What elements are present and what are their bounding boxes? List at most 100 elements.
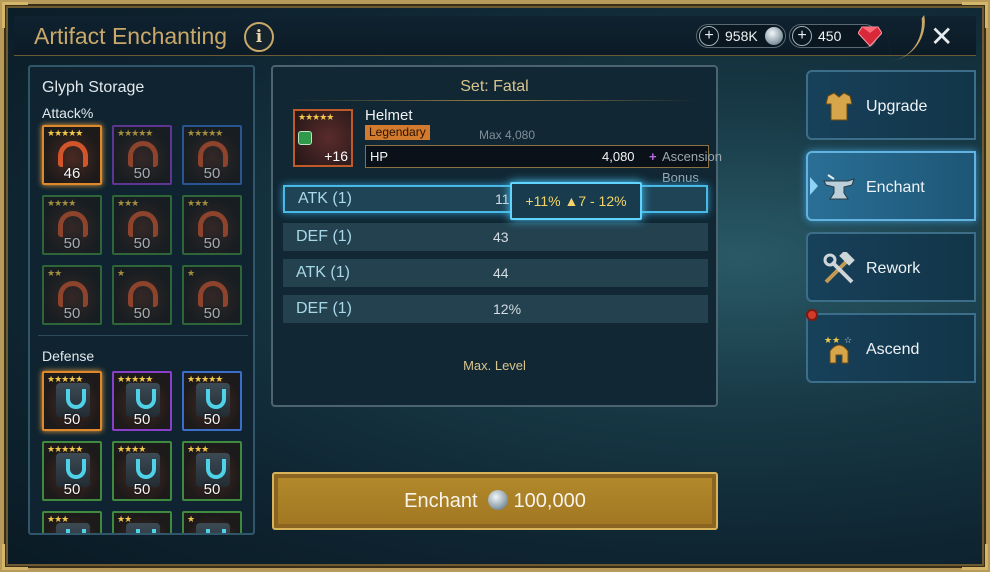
add-gems-button[interactable]: +	[792, 26, 812, 46]
glyph-count: 50	[133, 305, 151, 322]
tab-label: Enchant	[866, 179, 925, 196]
decorative-arc	[884, 14, 932, 62]
glyph-count: 50	[203, 165, 221, 182]
max-value: Max 4,080	[479, 128, 536, 142]
glyph-slot[interactable]: ★★★ 50	[182, 441, 242, 501]
glyph-slot[interactable]: ★★★★★ 50	[182, 371, 242, 431]
glyph-count: 50	[133, 165, 151, 182]
star-rating: ★★★★★	[117, 128, 153, 138]
star-rating: ★	[117, 268, 125, 278]
helmet-artifact-icon[interactable]: ★★★★★ +16	[293, 109, 353, 167]
helmet-stars-icon: ★★ ☆	[824, 335, 852, 364]
tab-label: Upgrade	[866, 98, 928, 115]
glyph-slot[interactable]: ★★★★ 50	[42, 195, 102, 255]
frame-corner	[2, 544, 28, 570]
attack-section-label: Attack%	[42, 105, 94, 121]
glyph-slot[interactable]: ★★★★★ 50	[112, 371, 172, 431]
star-rating: ★	[187, 514, 195, 524]
enchant-boost-preview: +11% ▲7 - 12%	[510, 182, 642, 220]
substat-value: 44	[493, 265, 509, 281]
section-divider	[38, 335, 248, 336]
header-bar: Artifact Enchanting i + 958K + 450 ✕	[14, 14, 976, 62]
frame-corner	[962, 544, 988, 570]
glyph-count: 50	[203, 305, 221, 322]
set-title: Set: Fatal	[460, 78, 529, 95]
glyph-slot[interactable]: ★★★	[42, 511, 102, 533]
ascension-plus-icon: +	[649, 149, 657, 164]
glyph-count: 50	[133, 235, 151, 252]
glyph-slot[interactable]: ★★★★★ 50	[112, 125, 172, 185]
star-rating: ★★★★	[117, 444, 146, 454]
main-stat-bar: HP 4,080 + Ascension Bonus	[365, 145, 722, 185]
glyph-slot[interactable]: ★	[182, 511, 242, 533]
enchant-button-label: Enchant	[404, 490, 478, 512]
divider	[291, 100, 698, 101]
tab-enchant[interactable]: Enchant	[806, 151, 976, 221]
substat-value: 12%	[493, 301, 522, 317]
substat-row[interactable]: ATK (1) 11%	[283, 185, 708, 213]
substat-row[interactable]: ATK (1) 44	[283, 259, 708, 287]
star-rating: ★★★★★	[187, 374, 223, 384]
glyph-slot[interactable]: ★★★ 50	[182, 195, 242, 255]
page-title: Artifact Enchanting	[34, 23, 228, 49]
anvil-icon	[823, 174, 855, 200]
star-rating: ★★	[47, 268, 62, 278]
close-button[interactable]: ✕	[930, 20, 953, 53]
glyph-slot[interactable]: ★★ 50	[42, 265, 102, 325]
star-rating: ★★★	[187, 198, 209, 208]
glyph-slot[interactable]: ★★★★★ 50	[42, 441, 102, 501]
rarity-badge: Legendary	[365, 125, 430, 140]
silver-amount: 958K	[725, 28, 758, 44]
star-rating: ★★★★	[47, 198, 76, 208]
tab-rework[interactable]: Rework	[806, 232, 976, 302]
glyph-slot[interactable]: ★★★★★ 50	[42, 371, 102, 431]
glyph-count: 46	[63, 165, 81, 182]
glyph-slot[interactable]: ★ 50	[182, 265, 242, 325]
star-rating: ★★★★★	[47, 444, 83, 454]
substat-row[interactable]: DEF (1) 12%	[283, 295, 708, 323]
enchant-button[interactable]: Enchant 100,000	[272, 472, 718, 530]
star-rating: ★★★★★	[47, 374, 83, 384]
main-stat-value: 4,080	[602, 149, 635, 164]
substat-row[interactable]: DEF (1) 43	[283, 223, 708, 251]
attack-glyph-icon	[128, 281, 158, 307]
glyph-slot[interactable]: ★ 50	[112, 265, 172, 325]
glyph-count: 50	[203, 481, 221, 498]
ascension-bonus-label: Ascension Bonus	[662, 149, 722, 185]
attack-glyph-icon	[198, 211, 228, 237]
star-rating: ★★★	[47, 514, 69, 524]
glyph-slot[interactable]: ★★★★★ 50	[182, 125, 242, 185]
gem-amount: 450	[818, 28, 842, 44]
artifact-level: +16	[324, 148, 348, 164]
star-rating: ★★★★★	[298, 112, 334, 122]
artifact-name: Helmet	[365, 107, 413, 124]
add-silver-button[interactable]: +	[699, 26, 719, 46]
silver-coin-icon	[765, 27, 783, 45]
silver-currency: + 958K	[696, 24, 786, 48]
glyph-count: 50	[133, 481, 151, 498]
tab-ascend[interactable]: ★★ ☆ Ascend	[806, 309, 976, 383]
info-icon[interactable]: i	[244, 22, 274, 52]
glyph-slot[interactable]: ★★	[112, 511, 172, 533]
star-rating: ★★★	[187, 444, 209, 454]
attack-glyph-icon	[58, 141, 88, 167]
gem-currency: + 450	[789, 24, 882, 48]
max-level-label: Max. Level	[463, 358, 526, 373]
hammer-wrench-icon	[823, 252, 855, 284]
tab-upgrade[interactable]: Upgrade	[806, 70, 976, 140]
glyph-slot[interactable]: ★★★★★ 46	[42, 125, 102, 185]
glyph-count: 50	[63, 235, 81, 252]
substat-name: DEF (1)	[296, 300, 352, 317]
attack-glyph-icon	[198, 141, 228, 167]
enchant-cost: 100,000	[513, 490, 586, 512]
attack-glyph-icon	[128, 141, 158, 167]
star-rating: ★★★★★	[117, 374, 153, 384]
glyph-slot[interactable]: ★★★ 50	[112, 195, 172, 255]
substat-name: ATK (1)	[298, 190, 352, 207]
star-rating: ★★★★★	[47, 128, 83, 138]
attack-glyph-icon	[58, 211, 88, 237]
ruby-gem-icon	[858, 26, 882, 47]
tab-label: Rework	[866, 260, 921, 277]
glyph-storage-panel: Glyph Storage Attack% ★★★★★ 46 ★★★★★ 50 ★★★★…	[28, 65, 255, 535]
glyph-slot[interactable]: ★★★★ 50	[112, 441, 172, 501]
